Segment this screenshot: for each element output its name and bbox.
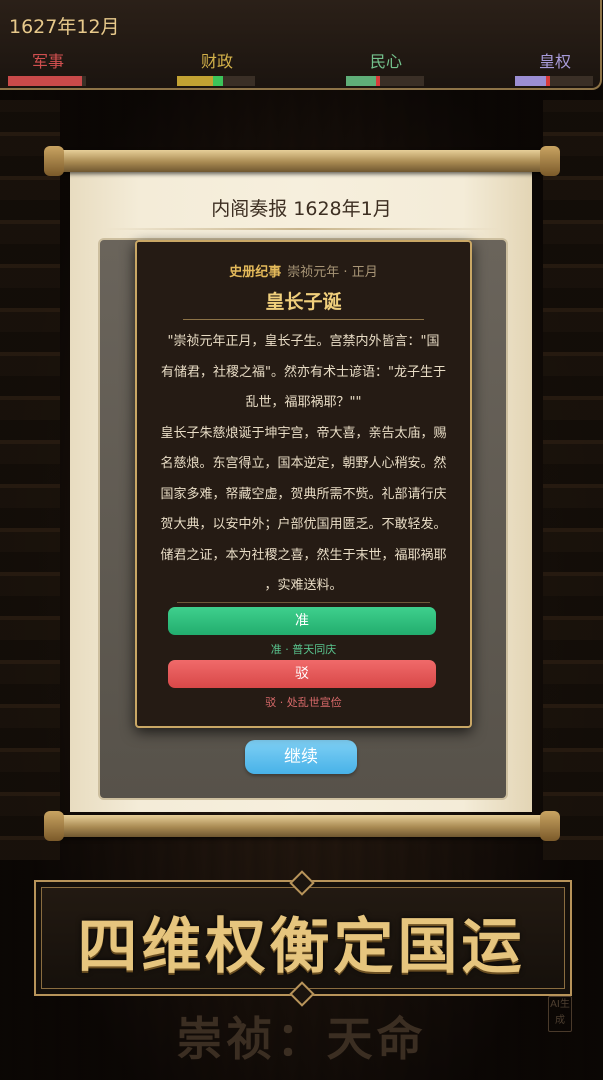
- stat-bar: [8, 76, 86, 86]
- stat-popularity: 民心: [346, 48, 426, 86]
- stat-bar: [346, 76, 424, 86]
- stat-fill: [8, 76, 83, 86]
- stat-label: 军事: [31, 52, 64, 71]
- approve-button[interactable]: 准: [168, 607, 436, 635]
- stat-label: 财政: [200, 52, 233, 71]
- continue-button[interactable]: 继续: [245, 740, 357, 774]
- stat-bar: [515, 76, 593, 86]
- ai-generated-badge: AI生成: [548, 996, 572, 1032]
- reject-hint: 驳 · 处乱世宣俭: [265, 696, 342, 709]
- title-underline: [183, 319, 424, 320]
- title-divider: [104, 228, 499, 230]
- event-dialog: 史册纪事 崇祯元年 · 正月 皇长子诞 "崇祯元年正月，皇长子生。宫禁内外皆言："…: [135, 240, 472, 728]
- stat-finance: 财政: [177, 48, 257, 86]
- stat-change-tick: [546, 76, 551, 86]
- event-description: "崇祯元年正月，皇长子生。宫禁内外皆言："国 有储君，社稷之福"。然亦有术士谚语…: [160, 334, 447, 593]
- current-date: 1627年12月: [9, 16, 120, 38]
- stat-change-tick: [375, 76, 380, 86]
- event-header: 史册纪事 崇祯元年 · 正月: [137, 261, 470, 280]
- choice-divider: [177, 602, 430, 603]
- stat-bar: [177, 76, 255, 86]
- scroll-bottom-rod: [44, 811, 560, 841]
- reject-button[interactable]: 驳: [168, 660, 436, 688]
- stat-fill: [346, 76, 376, 86]
- event-title: 皇长子诞: [265, 291, 342, 313]
- stat-label: 民心: [369, 52, 402, 71]
- approve-hint: 准 · 普天同庆: [270, 643, 337, 656]
- scroll-top-rod: [44, 146, 560, 176]
- stat-imperial-power: 皇权: [515, 48, 595, 86]
- stat-label: 皇权: [538, 52, 571, 71]
- stat-military: 军事: [8, 48, 88, 86]
- event-category: 史册纪事: [229, 265, 282, 280]
- report-title: 内阁奏报 1628年1月: [211, 198, 392, 220]
- stat-fill: [515, 76, 547, 86]
- event-date: 崇祯元年 · 正月: [287, 265, 378, 280]
- banner-slogan: 四维权衡定国运: [77, 912, 526, 982]
- stat-change-tick: [212, 76, 223, 86]
- stat-fill: [177, 76, 213, 86]
- game-logo-watermark: 崇祯：天命: [176, 1012, 427, 1066]
- status-bar: 1627年12月 军事 财政 民心 皇权: [0, 0, 602, 90]
